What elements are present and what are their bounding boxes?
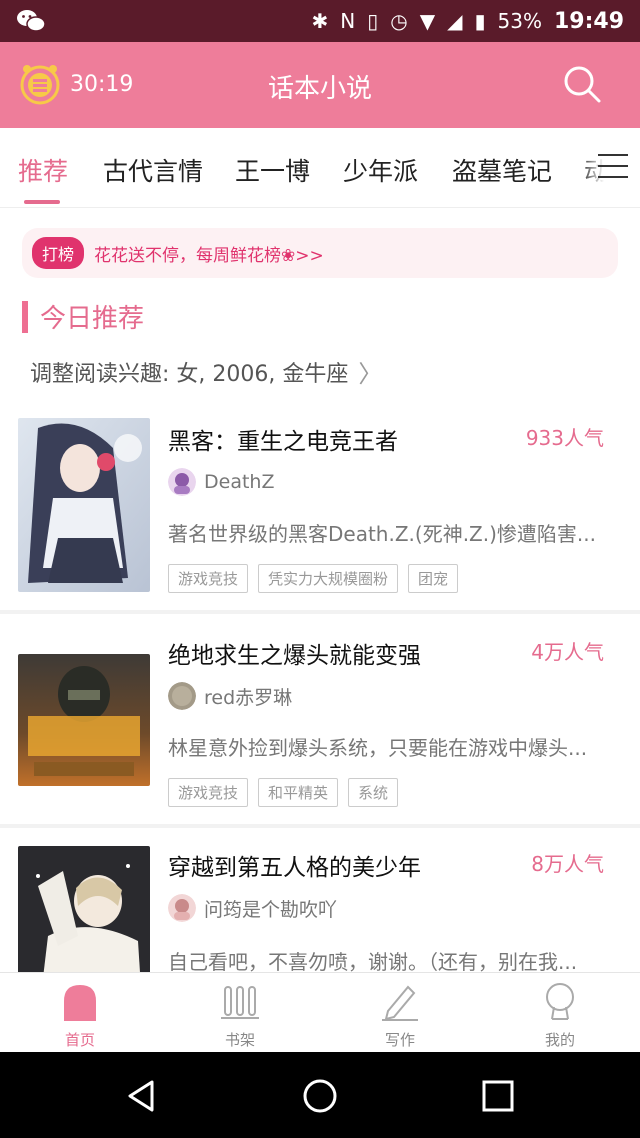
nav-label: 书架	[224, 1031, 255, 1049]
book-item[interactable]: 绝地求生之爆头就能变强 4万人气 red赤罗琳 林星意外捡到爆头系统，只要能在游…	[0, 614, 640, 824]
tag[interactable]: 游戏竞技	[168, 564, 249, 593]
prefs-text: 调整阅读兴趣: 女, 2006, 金牛座	[30, 361, 349, 387]
book-title: 黑客：重生之电竞王者	[168, 429, 398, 455]
app-header: 30:19 话本小说	[0, 42, 640, 128]
banner-text: 花花送不停，每周鲜花榜❀>>	[94, 245, 324, 266]
author-name: red赤罗琳	[204, 686, 293, 709]
tag[interactable]: 系统	[348, 778, 399, 807]
category-tabs: 推荐 古代言情 王一博 少年派 盗墓笔记 动	[0, 128, 640, 208]
adjust-interest-link[interactable]: 调整阅读兴趣: 女, 2006, 金牛座 〉	[30, 354, 382, 389]
vibrate-icon: ▯	[367, 9, 379, 33]
book-description: 自己看吧，不喜勿喷，谢谢。（还有，别在我...	[168, 950, 578, 972]
ranking-badge: 打榜	[32, 237, 85, 269]
author: DeathZ	[168, 468, 274, 496]
book-title: 绝地求生之爆头就能变强	[168, 643, 421, 669]
tag[interactable]: 凭实力大规模圈粉	[258, 564, 399, 593]
book-title: 穿越到第五人格的美少年	[168, 855, 421, 881]
home-icon	[64, 985, 96, 1021]
clock: 19:49	[553, 8, 624, 34]
chevron-right-icon: 〉	[358, 360, 383, 388]
wifi-icon: ▼	[419, 9, 436, 33]
bluetooth-icon: ✱	[311, 9, 329, 33]
bottom-navigation: 首页 书架 写作 我的	[0, 972, 640, 1052]
section-header: 今日推荐	[22, 298, 144, 335]
popularity: 4万人气	[531, 640, 604, 664]
author-name: DeathZ	[204, 471, 275, 493]
book-cover	[18, 654, 150, 786]
back-icon[interactable]	[124, 1078, 160, 1114]
home-button-icon[interactable]	[302, 1078, 338, 1114]
avatar	[168, 682, 196, 710]
book-cover	[18, 846, 150, 972]
book-item[interactable]: 穿越到第五人格的美少年 8万人气 问筠是个勘吹吖 自己看吧，不喜勿喷，谢谢。（还…	[0, 828, 640, 972]
tag[interactable]: 和平精英	[258, 778, 339, 807]
nav-label: 写作	[384, 1031, 415, 1049]
battery-percent: 53%	[497, 9, 542, 33]
nav-label: 我的	[544, 1031, 575, 1049]
popularity: 8万人气	[531, 852, 604, 876]
nfc-icon: N	[340, 9, 356, 33]
avatar	[168, 468, 196, 496]
pen-icon	[382, 985, 418, 1021]
author-name: 问筠是个勘吹吖	[204, 898, 338, 921]
author: 问筠是个勘吹吖	[168, 894, 337, 922]
ranking-banner[interactable]: 打榜 花花送不停，每周鲜花榜❀>>	[22, 228, 618, 278]
signal-icon: ◢	[447, 9, 463, 33]
book-description: 林星意外捡到爆头系统，只要能在游戏中爆头...	[168, 736, 588, 760]
tag-list: 游戏竞技 凭实力大规模圈粉 团宠	[168, 564, 459, 593]
section-title: 今日推荐	[40, 304, 145, 334]
nav-profile[interactable]: 我的	[480, 973, 640, 1053]
bookshelf-icon	[221, 986, 259, 1019]
alarm-icon: ◷	[390, 9, 408, 33]
book-item[interactable]: 黑客：重生之电竞王者 933人气 DeathZ 著名世界级的黑客Death.Z.…	[0, 400, 640, 610]
system-navigation	[0, 1052, 640, 1138]
nav-label: 首页	[64, 1031, 95, 1049]
battery-icon: ▮	[474, 9, 486, 33]
author: red赤罗琳	[168, 682, 292, 710]
nav-write[interactable]: 写作	[320, 973, 480, 1053]
recents-icon[interactable]	[480, 1078, 516, 1114]
menu-icon[interactable]	[598, 154, 628, 180]
nav-home[interactable]: 首页	[0, 973, 160, 1053]
tag-list: 游戏竞技 和平精英 系统	[168, 778, 399, 807]
tab-ancient-romance[interactable]: 古代言情	[103, 152, 203, 188]
nav-bookshelf[interactable]: 书架	[160, 973, 320, 1053]
search-icon[interactable]	[562, 64, 602, 104]
tag[interactable]: 团宠	[408, 564, 459, 593]
tab-indicator	[24, 200, 60, 204]
profile-icon	[546, 983, 574, 1020]
book-description: 著名世界级的黑客Death.Z.(死神.Z.)惨遭陷害...	[168, 522, 596, 546]
wechat-icon	[17, 10, 46, 32]
app-title: 话本小说	[267, 74, 372, 104]
book-cover	[18, 418, 150, 592]
avatar	[168, 894, 196, 922]
tag[interactable]: 游戏竞技	[168, 778, 249, 807]
status-bar: ✱ N ▯ ◷ ▼ ◢ ▮ 53% 19:49	[0, 0, 640, 42]
tab-daomu-biji[interactable]: 盗墓笔记	[452, 152, 552, 188]
popularity: 933人气	[525, 426, 604, 450]
tab-recommend[interactable]: 推荐	[18, 152, 68, 188]
tab-shaonian-pai[interactable]: 少年派	[343, 152, 418, 188]
tab-wang-yibo[interactable]: 王一博	[235, 152, 310, 188]
